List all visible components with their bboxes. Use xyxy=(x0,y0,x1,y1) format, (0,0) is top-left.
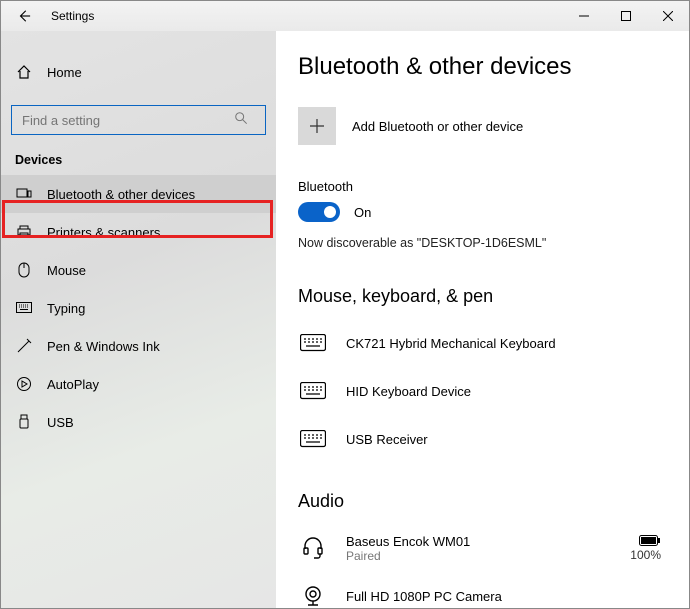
content-pane: Bluetooth & other devices Add Bluetooth … xyxy=(276,31,689,608)
group-audio-title: Audio xyxy=(298,491,665,512)
section-heading: Devices xyxy=(1,153,276,175)
sidebar-item-typing[interactable]: Typing xyxy=(1,289,276,327)
device-item[interactable]: CK721 Hybrid Mechanical Keyboard xyxy=(298,319,665,367)
sidebar: Home Devices Bluetooth & other devices P… xyxy=(1,31,276,608)
autoplay-icon xyxy=(15,376,33,392)
device-name: HID Keyboard Device xyxy=(346,384,471,399)
battery-percent: 100% xyxy=(630,548,661,562)
home-icon xyxy=(15,64,33,80)
page-title: Bluetooth & other devices xyxy=(298,53,665,81)
pen-icon xyxy=(15,338,33,354)
sidebar-item-printers[interactable]: Printers & scanners xyxy=(1,213,276,251)
camera-icon xyxy=(298,584,328,608)
sidebar-item-label: Bluetooth & other devices xyxy=(47,187,195,202)
device-item[interactable]: USB Receiver xyxy=(298,415,665,463)
sidebar-item-pen[interactable]: Pen & Windows Ink xyxy=(1,327,276,365)
device-item[interactable]: Baseus Encok WM01 Paired 100% xyxy=(298,524,665,572)
sidebar-item-label: Printers & scanners xyxy=(47,225,160,240)
window-title: Settings xyxy=(51,9,94,23)
sidebar-item-label: Mouse xyxy=(47,263,86,278)
battery-icon xyxy=(630,535,661,546)
keyboard-icon xyxy=(15,302,33,314)
device-item[interactable]: HID Keyboard Device xyxy=(298,367,665,415)
plus-icon xyxy=(298,107,336,145)
device-status: Paired xyxy=(346,549,470,563)
minimize-button[interactable] xyxy=(563,1,605,31)
add-device-label: Add Bluetooth or other device xyxy=(352,119,523,134)
device-name: USB Receiver xyxy=(346,432,428,447)
printer-icon xyxy=(15,224,33,240)
mouse-icon xyxy=(15,262,33,278)
battery-indicator: 100% xyxy=(630,535,665,562)
sidebar-item-label: Typing xyxy=(47,301,85,316)
bluetooth-label: Bluetooth xyxy=(298,179,665,194)
titlebar: Settings xyxy=(1,1,689,31)
sidebar-item-usb[interactable]: USB xyxy=(1,403,276,441)
device-item[interactable]: Full HD 1080P PC Camera xyxy=(298,572,665,608)
bluetooth-state: On xyxy=(354,205,371,220)
keyboard-icon xyxy=(298,382,328,400)
device-name: Baseus Encok WM01 xyxy=(346,534,470,549)
home-label: Home xyxy=(47,65,82,80)
sidebar-item-autoplay[interactable]: AutoPlay xyxy=(1,365,276,403)
device-name: CK721 Hybrid Mechanical Keyboard xyxy=(346,336,556,351)
discoverable-text: Now discoverable as "DESKTOP-1D6ESML" xyxy=(298,236,665,250)
keyboard-icon xyxy=(298,334,328,352)
sidebar-item-label: Pen & Windows Ink xyxy=(47,339,160,354)
sidebar-item-label: AutoPlay xyxy=(47,377,99,392)
search-icon xyxy=(234,111,248,125)
home-link[interactable]: Home xyxy=(1,53,276,91)
headset-icon xyxy=(298,536,328,560)
bluetooth-toggle[interactable] xyxy=(298,202,340,222)
maximize-button[interactable] xyxy=(605,1,647,31)
keyboard-icon xyxy=(298,430,328,448)
sidebar-item-mouse[interactable]: Mouse xyxy=(1,251,276,289)
add-device-row[interactable]: Add Bluetooth or other device xyxy=(298,107,665,145)
sidebar-item-label: USB xyxy=(47,415,74,430)
usb-icon xyxy=(15,414,33,430)
device-name: Full HD 1080P PC Camera xyxy=(346,589,502,604)
close-button[interactable] xyxy=(647,1,689,31)
back-button[interactable] xyxy=(15,7,33,25)
group-mouse-keyboard-title: Mouse, keyboard, & pen xyxy=(298,286,665,307)
search-input[interactable] xyxy=(11,105,266,135)
devices-icon xyxy=(15,186,33,202)
sidebar-item-bluetooth[interactable]: Bluetooth & other devices xyxy=(1,175,276,213)
